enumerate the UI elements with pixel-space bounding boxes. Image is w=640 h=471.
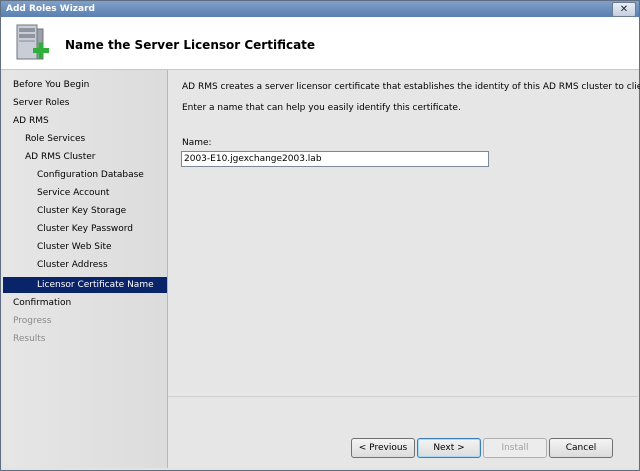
step-service-account[interactable]: Service Account xyxy=(37,185,109,201)
instruction-text: Enter a name that can help you easily id… xyxy=(182,103,461,113)
step-licensor-certificate-name[interactable]: Licensor Certificate Name xyxy=(3,277,167,293)
step-configuration-database[interactable]: Configuration Database xyxy=(37,167,144,183)
step-cluster-key-storage[interactable]: Cluster Key Storage xyxy=(37,203,126,219)
title-bar[interactable]: Add Roles Wizard ✕ xyxy=(1,1,639,17)
wizard-window: Add Roles Wizard ✕ Name the Server Licen… xyxy=(0,0,640,471)
step-cluster-key-password[interactable]: Cluster Key Password xyxy=(37,221,133,237)
install-button: Install xyxy=(483,438,547,458)
wizard-content: AD RMS creates a server licensor certifi… xyxy=(168,70,640,468)
description-text: AD RMS creates a server licensor certifi… xyxy=(182,82,640,92)
server-add-icon xyxy=(16,24,49,60)
close-button[interactable]: ✕ xyxy=(612,2,636,17)
step-confirmation[interactable]: Confirmation xyxy=(13,295,71,311)
step-role-services[interactable]: Role Services xyxy=(25,131,85,147)
step-cluster-address[interactable]: Cluster Address xyxy=(37,257,108,273)
close-icon: ✕ xyxy=(619,4,629,15)
step-ad-rms[interactable]: AD RMS xyxy=(13,113,49,129)
next-button[interactable]: Next > xyxy=(417,438,481,458)
previous-button[interactable]: < Previous xyxy=(351,438,415,458)
step-label: Licensor Certificate Name xyxy=(37,280,154,290)
page-title: Name the Server Licensor Certificate xyxy=(65,38,316,52)
window-title: Add Roles Wizard xyxy=(6,4,95,14)
step-ad-rms-cluster[interactable]: AD RMS Cluster xyxy=(25,149,95,165)
wizard-header: Name the Server Licensor Certificate xyxy=(1,17,639,70)
cancel-button[interactable]: Cancel xyxy=(549,438,613,458)
step-results: Results xyxy=(13,334,46,344)
name-label: Name: xyxy=(182,138,212,148)
step-before-you-begin[interactable]: Before You Begin xyxy=(13,77,89,93)
button-divider xyxy=(168,396,638,397)
step-server-roles[interactable]: Server Roles xyxy=(13,95,69,111)
step-progress: Progress xyxy=(13,316,52,326)
wizard-steps-sidebar: Before You Begin Server Roles AD RMS Rol… xyxy=(3,70,168,468)
certificate-name-input[interactable]: 2003-E10.jgexchange2003.lab xyxy=(181,151,489,167)
step-cluster-web-site[interactable]: Cluster Web Site xyxy=(37,239,112,255)
